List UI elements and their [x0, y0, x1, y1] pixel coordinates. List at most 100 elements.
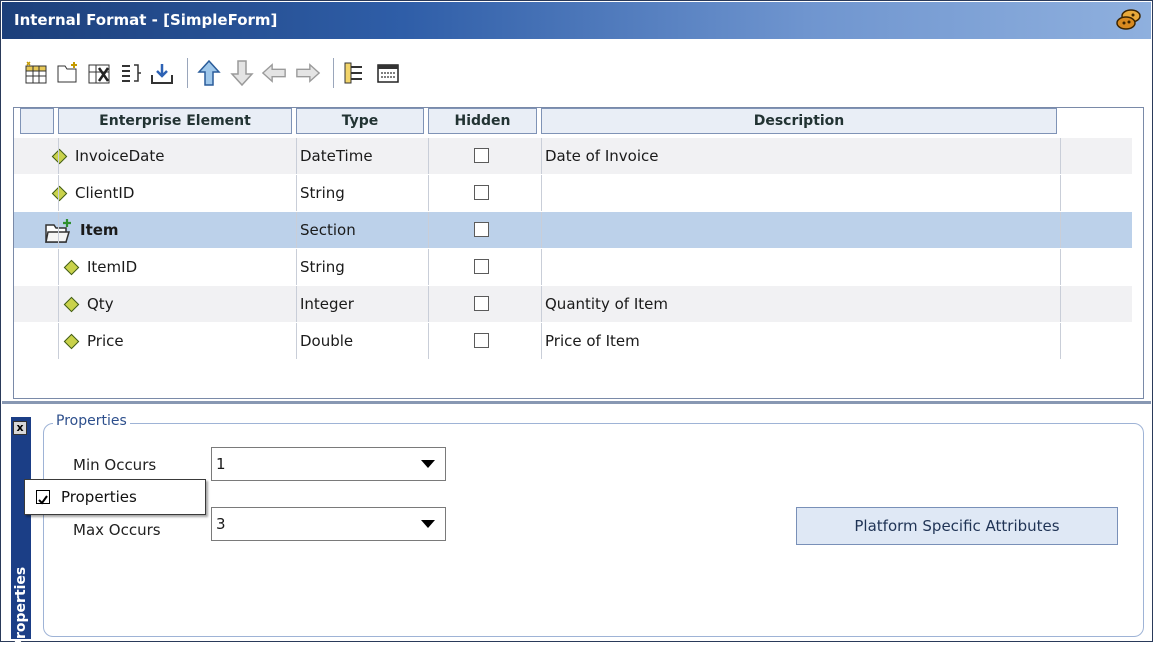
platform-specific-attributes-button[interactable]: Platform Specific Attributes [796, 507, 1118, 545]
add-element-icon[interactable] [23, 60, 49, 86]
column-header-description[interactable]: Description [541, 108, 1057, 134]
window-title: Internal Format - [SimpleForm] [14, 11, 278, 29]
properties-menu-item[interactable]: Properties [61, 488, 137, 506]
grid-divider [1060, 249, 1061, 285]
properties-tab-label: Properties [13, 566, 29, 650]
grid-divider [58, 249, 59, 285]
chevron-down-icon[interactable] [411, 508, 445, 540]
element-name-cell[interactable]: ClientID [51, 175, 134, 211]
toolbar [13, 46, 1143, 100]
table-row[interactable]: Qty Integer Quantity of Item [14, 286, 1132, 322]
hidden-checkbox[interactable] [474, 185, 489, 200]
form-view-icon[interactable] [375, 60, 401, 86]
column-header-hidden[interactable]: Hidden [428, 108, 537, 134]
max-occurs-dropdown[interactable]: 3 [211, 507, 446, 541]
move-right-icon[interactable] [295, 60, 321, 86]
max-occurs-label: Max Occurs [73, 521, 161, 539]
close-panel-button[interactable]: x [13, 421, 27, 435]
grid-divider [541, 323, 542, 359]
type-cell[interactable]: DateTime [300, 138, 373, 174]
type-cell[interactable]: String [300, 175, 345, 211]
hidden-checkbox[interactable] [474, 222, 489, 237]
grid-divider [428, 323, 429, 359]
element-name: InvoiceDate [75, 147, 165, 165]
type-cell[interactable]: String [300, 249, 345, 285]
type-cell[interactable]: Double [300, 323, 353, 359]
column-header-type[interactable]: Type [296, 108, 424, 134]
properties-group-title: Properties [53, 413, 130, 429]
element-diamond-icon [63, 296, 80, 313]
move-up-icon[interactable] [196, 59, 222, 86]
grid-divider [541, 175, 542, 211]
grid-divider [58, 286, 59, 322]
import-icon[interactable] [149, 60, 175, 86]
min-occurs-value: 1 [216, 455, 226, 473]
column-header-enterprise-element[interactable]: Enterprise Element [58, 108, 292, 134]
grid-divider [296, 249, 297, 285]
grid-divider [428, 212, 429, 248]
description-cell[interactable]: Date of Invoice [545, 138, 658, 174]
table-row[interactable]: ClientID String [14, 175, 1132, 211]
table-row[interactable]: ItemID String [14, 249, 1132, 285]
chevron-down-icon[interactable] [411, 448, 445, 480]
element-name: Qty [87, 295, 114, 313]
grid-divider [541, 249, 542, 285]
grid-divider [428, 286, 429, 322]
element-name-cell[interactable]: Qty [63, 286, 114, 322]
properties-menu-checkbox[interactable] [36, 490, 50, 505]
element-diamond-icon [51, 148, 68, 165]
app-window: Internal Format - [SimpleForm] Enterpris… [0, 0, 1153, 649]
type-cell[interactable]: Section [300, 212, 356, 248]
table-row[interactable]: InvoiceDate DateTime Date of Invoice [14, 138, 1132, 174]
grid-divider [296, 323, 297, 359]
grid-divider [58, 138, 59, 174]
move-down-icon[interactable] [229, 60, 255, 87]
grid-divider [428, 249, 429, 285]
element-name: ItemID [87, 258, 138, 276]
hidden-checkbox[interactable] [474, 148, 489, 163]
type-cell[interactable]: Integer [300, 286, 354, 322]
indent-list-icon[interactable] [118, 60, 144, 86]
title-bar: Internal Format - [SimpleForm] [2, 2, 1151, 39]
grid-divider [58, 212, 59, 248]
element-grid: Enterprise Element Type Hidden Descripti… [13, 107, 1144, 399]
description-cell[interactable]: Price of Item [545, 323, 640, 359]
grid-divider [1060, 138, 1061, 174]
grid-divider [296, 286, 297, 322]
element-diamond-icon [51, 185, 68, 202]
grid-divider [58, 323, 59, 359]
grid-divider [541, 286, 542, 322]
grid-divider [1060, 212, 1061, 248]
grid-divider [296, 138, 297, 174]
grid-divider [1060, 323, 1061, 359]
section-folder-icon [45, 218, 71, 243]
hidden-checkbox[interactable] [474, 333, 489, 348]
tree-view-icon[interactable] [341, 60, 367, 86]
max-occurs-value: 3 [216, 515, 226, 533]
grid-divider [296, 175, 297, 211]
row-header-corner [20, 108, 54, 134]
description-cell[interactable]: Quantity of Item [545, 286, 668, 322]
table-row[interactable]: Item Section [14, 212, 1132, 248]
grid-divider [1060, 286, 1061, 322]
element-diamond-icon [63, 259, 80, 276]
grid-divider [541, 138, 542, 174]
hidden-checkbox[interactable] [474, 259, 489, 274]
properties-side-tab[interactable]: x Properties [11, 417, 31, 649]
grid-divider [58, 175, 59, 211]
element-name-cell[interactable]: Item [44, 212, 119, 248]
element-name: Item [80, 221, 119, 239]
delete-element-icon[interactable] [86, 60, 112, 86]
add-section-icon[interactable] [55, 60, 81, 86]
grid-divider [296, 212, 297, 248]
element-name-cell[interactable]: Price [63, 323, 124, 359]
splitter[interactable] [2, 401, 1151, 404]
move-left-icon[interactable] [261, 60, 287, 86]
element-name: Price [87, 332, 124, 350]
element-diamond-icon [63, 333, 80, 350]
element-name-cell[interactable]: ItemID [63, 249, 138, 285]
min-occurs-dropdown[interactable]: 1 [211, 447, 446, 481]
hidden-checkbox[interactable] [474, 296, 489, 311]
table-row[interactable]: Price Double Price of Item [14, 323, 1132, 359]
element-name-cell[interactable]: InvoiceDate [51, 138, 165, 174]
